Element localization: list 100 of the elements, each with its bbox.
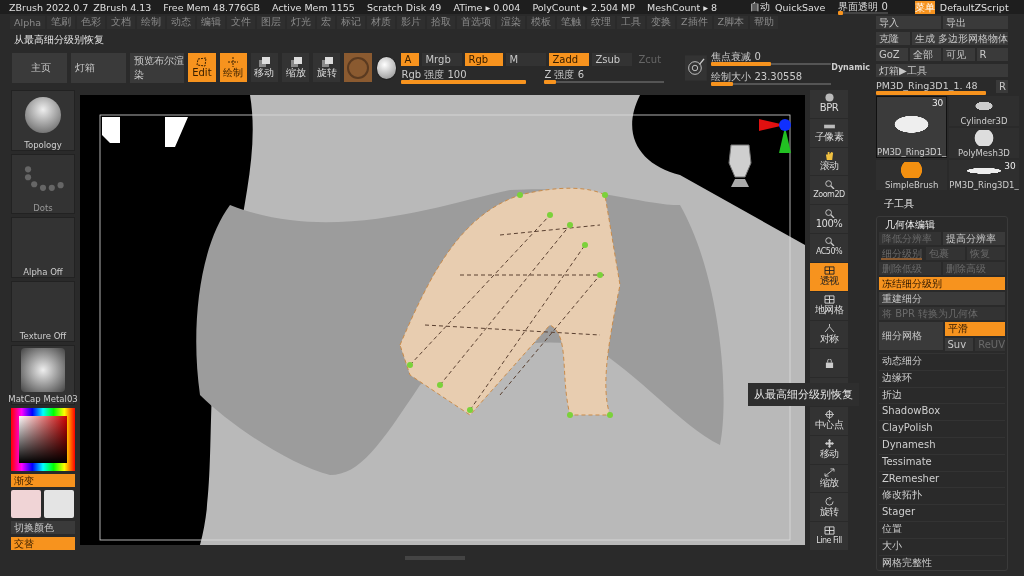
z-mode-toggle[interactable]: Zadd (549, 52, 590, 66)
secondary-color-swatch[interactable] (44, 490, 74, 519)
subpalette-header[interactable]: ShadowBox (879, 403, 1005, 419)
swap-color-button[interactable]: 切换颜色 (11, 521, 75, 535)
color-picker[interactable] (11, 408, 75, 472)
menu-item[interactable]: Alpha (10, 16, 45, 29)
viewport-tool-button[interactable]: Zoom2D (810, 176, 848, 205)
subpalette-header[interactable]: 边缘环 (879, 369, 1005, 385)
smooth-toggle[interactable]: 平滑 (944, 322, 1005, 336)
thumbnail-tile[interactable]: Topology (11, 90, 75, 151)
subpalette-header[interactable]: ClayPolish (879, 420, 1005, 435)
tool-action-button[interactable]: 克隆 (876, 32, 910, 45)
tool-thumbnail[interactable]: 30 PM3D_Ring3D1_ (949, 160, 1019, 190)
subpalette-header[interactable]: Tessimate (879, 453, 1005, 469)
tool-button[interactable]: 旋转 (313, 53, 341, 82)
menu-item[interactable]: 编辑 (197, 16, 225, 29)
menu-item[interactable]: 文档 (107, 16, 135, 29)
nav-button[interactable]: 主页 (12, 52, 67, 83)
tool-button[interactable]: Edit (188, 53, 216, 82)
tool-thumbnail[interactable]: 30 PM3D_Ring3D1_ (876, 96, 948, 158)
viewport-tool-button[interactable]: Line Fill (810, 522, 848, 550)
subpalette-header[interactable]: 修改拓扑 (879, 487, 1005, 503)
suv-toggle[interactable]: Suv (944, 338, 974, 351)
draw-size-slider[interactable]: 绘制大小 23.30558 (711, 70, 832, 85)
thumbnail-tile[interactable]: Alpha Off (11, 217, 75, 279)
subpalette-header[interactable]: 动态细分 (879, 353, 1005, 368)
target-icon[interactable] (685, 53, 708, 82)
tool-action-button[interactable]: GoZ (876, 48, 908, 61)
menu-item[interactable]: 动态 (167, 16, 195, 29)
geometry-button[interactable]: 提高分辨率 (943, 232, 1005, 245)
focal-shift-slider[interactable]: 焦点衰减 0 (711, 50, 832, 65)
reset-button[interactable]: R (996, 80, 1008, 93)
menu-item[interactable]: Z插件 (677, 16, 712, 29)
divide-button[interactable]: 细分网格 (879, 322, 943, 350)
subpalette-header[interactable]: 折边 (879, 386, 1005, 402)
nav-button[interactable]: 灯箱 (70, 52, 126, 83)
tool-action-button[interactable]: 灯箱▶工具 (876, 64, 1008, 77)
menu-item[interactable]: 影片 (397, 16, 425, 29)
viewport-tool-button[interactable]: BPR (810, 90, 848, 118)
menu-item[interactable]: 变换 (647, 16, 675, 29)
geometry-button[interactable]: 重建细分 (879, 292, 1005, 305)
tool-thumbnail[interactable]: PolyMesh3D (949, 128, 1019, 158)
menu-item[interactable]: 宏 (317, 16, 335, 29)
viewport-tool-button[interactable]: 对称 (810, 320, 848, 349)
subpalette-header[interactable]: Dynamesh (879, 437, 1005, 452)
rgb-intensity-slider[interactable]: Rgb 强度 100 (401, 67, 527, 83)
stroke-icon[interactable] (375, 55, 398, 80)
menu-item[interactable]: 帮助 (750, 16, 779, 29)
subtool-header[interactable]: 子工具 (876, 193, 1008, 213)
main-color-swatch[interactable] (11, 490, 41, 519)
tool-action-button[interactable]: 可见 (943, 48, 975, 61)
subpalette-header[interactable]: 位置 (879, 520, 1005, 536)
menu-item[interactable]: 色彩 (77, 16, 105, 29)
menu-item[interactable]: 首选项 (457, 16, 495, 29)
tool-action-button[interactable]: 生成 多边形网格物体 (911, 32, 1008, 45)
viewport-tool-button[interactable]: 透视 (810, 262, 848, 291)
current-tool-slider[interactable]: PM3D_Ring3D1_1. 48 (876, 80, 994, 93)
viewport-tool-button[interactable]: 滚动 (810, 147, 848, 176)
subpalette-header[interactable]: 网格完整性 (879, 554, 1005, 570)
material-swatch[interactable] (344, 53, 372, 82)
menu-item[interactable]: 笔触 (557, 16, 585, 29)
tool-button[interactable]: 绘制 (219, 53, 247, 82)
viewport-tool-button[interactable]: 子像素 (810, 118, 848, 147)
menu-item[interactable]: 纹理 (587, 16, 615, 29)
viewport-tool-button[interactable] (810, 349, 848, 378)
color-mode-toggle[interactable]: M (506, 52, 547, 66)
tool-button[interactable]: 移动 (250, 53, 278, 82)
menu-item[interactable]: 拾取 (427, 16, 455, 29)
color-mode-toggle[interactable]: Mrgb (422, 52, 463, 66)
geometry-header[interactable]: 几何体编辑 (879, 218, 1005, 230)
z-intensity-slider[interactable]: Z 强度 6 (544, 67, 665, 83)
menu-item[interactable]: 灯光 (287, 16, 315, 29)
geometry-toggle[interactable]: 冻结细分级别 (879, 277, 1005, 290)
alternate-button[interactable]: 交替 (11, 537, 75, 551)
menu-item[interactable]: 材质 (367, 16, 395, 29)
viewport-tool-button[interactable]: 地网格 (810, 291, 848, 320)
menu-item[interactable]: 图层 (257, 16, 285, 29)
viewport-tool-button[interactable]: AC50% (810, 234, 848, 262)
menu-item[interactable]: 绘制 (137, 16, 165, 29)
tool-action-button[interactable]: R (976, 48, 1008, 61)
thumbnail-tile[interactable]: Texture Off (11, 281, 75, 342)
z-mode-toggle[interactable]: Zsub (592, 52, 633, 66)
menu-item[interactable]: 渲染 (497, 16, 525, 29)
subpalette-header[interactable]: ZRemesher (879, 470, 1005, 486)
color-mode-toggle[interactable]: Rgb (465, 52, 504, 66)
menu-item[interactable]: Z脚本 (713, 16, 749, 29)
thumbnail-tile[interactable]: MatCap Metal03 (11, 344, 75, 406)
menu-item[interactable]: 标记 (337, 16, 365, 29)
viewport-tool-button[interactable]: 缩放 (810, 464, 848, 493)
menu-item[interactable]: 模板 (527, 16, 555, 29)
quicksave-button[interactable]: QuickSave (775, 1, 826, 13)
tool-thumbnail[interactable]: Cylinder3D (949, 96, 1019, 126)
tool-action-button[interactable]: 导出 (943, 16, 1008, 29)
viewport-tool-button[interactable]: 旋转 (810, 493, 848, 522)
menu-item[interactable]: 工具 (617, 16, 645, 29)
tool-action-button[interactable]: 全部 (909, 48, 941, 61)
tool-button[interactable]: 缩放 (281, 53, 310, 82)
subpalette-header[interactable]: 大小 (879, 537, 1005, 553)
transparency-slider[interactable]: 界面透明 0 (838, 0, 888, 14)
viewport-tool-button[interactable]: 100% (810, 205, 848, 234)
